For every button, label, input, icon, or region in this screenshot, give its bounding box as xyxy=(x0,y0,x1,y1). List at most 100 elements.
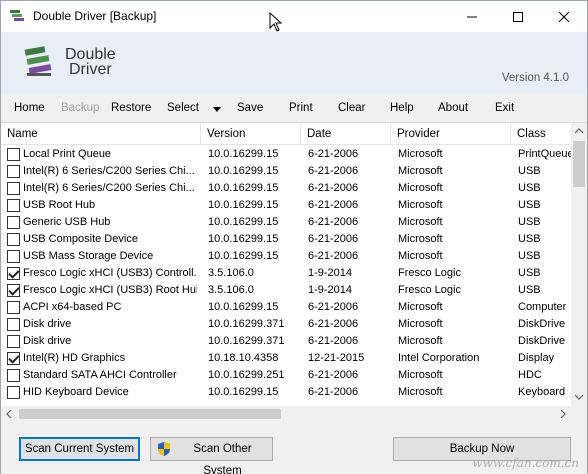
title-bar[interactable]: Double Driver [Backup] xyxy=(1,1,587,32)
table-row[interactable]: Fresco Logic xHCI (USB3) Controll... 3.5.… xyxy=(1,265,571,282)
row-checkbox[interactable] xyxy=(7,386,20,399)
logo-text-line2: Driver xyxy=(69,61,112,78)
scan-other-system-button[interactable]: Scan Other System xyxy=(150,437,273,474)
cell-version: 10.0.16299.15 xyxy=(208,250,279,262)
row-checkbox[interactable] xyxy=(7,352,20,365)
cell-date: 6-21-2006 xyxy=(308,216,359,228)
cell-class: DiskDrive xyxy=(518,335,566,347)
scan-current-system-button[interactable]: Scan Current System xyxy=(19,437,140,461)
maximize-button[interactable] xyxy=(495,1,541,32)
cell-date: 6-21-2006 xyxy=(308,148,359,160)
cell-class: PrintQueue xyxy=(518,148,571,160)
row-checkbox[interactable] xyxy=(7,165,20,178)
column-name[interactable]: Name xyxy=(1,123,201,145)
column-provider[interactable]: Provider xyxy=(391,123,511,145)
row-checkbox[interactable] xyxy=(7,301,20,314)
table-row[interactable]: Local Print Queue 10.0.16299.15 6-21-2006 M… xyxy=(1,146,571,163)
row-checkbox[interactable] xyxy=(7,199,20,212)
horizontal-scroll-thumb[interactable] xyxy=(19,409,281,419)
app-header: Double Driver Version 4.1.0 xyxy=(1,32,587,94)
vertical-scrollbar[interactable] xyxy=(571,123,587,406)
row-checkbox[interactable] xyxy=(7,318,20,331)
close-icon xyxy=(559,11,569,22)
menu-backup[interactable]: Backup xyxy=(61,102,99,114)
cell-version: 10.0.16299.15 xyxy=(208,301,279,313)
cell-class: USB xyxy=(518,250,541,262)
cell-class: USB xyxy=(518,199,541,211)
scroll-up-icon[interactable] xyxy=(575,128,583,134)
menu-restore[interactable]: Restore xyxy=(111,102,151,114)
menu-home[interactable]: Home xyxy=(14,102,45,114)
bottom-panel: Scan Current System Scan Other System Ba… xyxy=(1,422,587,474)
cell-date: 6-21-2006 xyxy=(308,386,359,398)
cell-provider: Microsoft xyxy=(398,148,443,160)
table-row[interactable]: Standard SATA AHCI Controller 10.0.16299.… xyxy=(1,367,571,384)
cell-provider: Microsoft xyxy=(398,318,443,330)
cell-name: HID Keyboard Device xyxy=(23,386,129,398)
menu-help[interactable]: Help xyxy=(390,102,414,114)
minimize-button[interactable] xyxy=(449,1,495,32)
cell-provider: Microsoft xyxy=(398,233,443,245)
cell-name: Intel(R) 6 Series/C200 Series Chi... xyxy=(23,165,195,177)
cell-provider: Microsoft xyxy=(398,182,443,194)
table-row[interactable]: Fresco Logic xHCI (USB3) Root Hub 3.5.106… xyxy=(1,282,571,299)
cell-provider: Microsoft xyxy=(398,250,443,262)
row-checkbox[interactable] xyxy=(7,284,20,297)
cell-provider: Microsoft xyxy=(398,301,443,313)
cell-class: USB xyxy=(518,233,541,245)
table-row[interactable]: USB Mass Storage Device 10.0.16299.15 6-21… xyxy=(1,248,571,265)
cell-version: 10.0.16299.15 xyxy=(208,165,279,177)
row-checkbox[interactable] xyxy=(7,250,20,263)
scroll-down-icon[interactable] xyxy=(575,394,583,400)
cell-class: USB xyxy=(518,267,541,279)
scroll-right-icon[interactable] xyxy=(560,410,566,418)
column-version[interactable]: Version xyxy=(201,123,301,145)
menu-select[interactable]: Select xyxy=(167,102,199,114)
menu-print[interactable]: Print xyxy=(289,102,313,114)
table-row[interactable]: Disk drive 10.0.16299.371 6-21-2006 Microso… xyxy=(1,333,571,350)
row-checkbox[interactable] xyxy=(7,369,20,382)
menu-about[interactable]: About xyxy=(438,102,468,114)
cell-class: Keyboard xyxy=(518,386,566,398)
table-row[interactable]: USB Composite Device 10.0.16299.15 6-21-20… xyxy=(1,231,571,248)
cell-provider: Microsoft xyxy=(398,216,443,228)
column-class[interactable]: Class xyxy=(511,123,571,145)
row-checkbox[interactable] xyxy=(7,267,20,280)
menu-exit[interactable]: Exit xyxy=(495,102,514,114)
shield-icon xyxy=(158,442,170,456)
row-checkbox[interactable] xyxy=(7,148,20,161)
driver-list[interactable]: Name Version Date Provider Class Local P… xyxy=(1,122,587,422)
close-button[interactable] xyxy=(541,1,587,32)
table-row[interactable]: ACPI x64-based PC 10.0.16299.15 6-21-2006 M… xyxy=(1,299,571,316)
table-row[interactable]: USB Root Hub 10.0.16299.15 6-21-2006 Micros… xyxy=(1,197,571,214)
horizontal-scrollbar[interactable] xyxy=(1,406,571,422)
row-checkbox[interactable] xyxy=(7,335,20,348)
cell-class: USB xyxy=(518,284,541,296)
row-checkbox[interactable] xyxy=(7,216,20,229)
menu-save[interactable]: Save xyxy=(237,102,263,114)
cell-date: 6-21-2006 xyxy=(308,335,359,347)
cell-class: USB xyxy=(518,165,541,177)
cell-version: 10.0.16299.371 xyxy=(208,318,285,330)
cell-date: 6-21-2006 xyxy=(308,182,359,194)
table-row[interactable]: Disk drive 10.0.16299.371 6-21-2006 Microso… xyxy=(1,316,571,333)
table-row[interactable]: Intel(R) HD Graphics 10.18.10.4358 12-21-2… xyxy=(1,350,571,367)
cell-version: 10.18.10.4358 xyxy=(208,352,279,364)
select-dropdown-icon[interactable] xyxy=(213,107,221,112)
cell-date: 6-21-2006 xyxy=(308,233,359,245)
watermark: www.cfan.com.cn xyxy=(472,456,579,470)
row-checkbox[interactable] xyxy=(7,182,20,195)
cell-date: 6-21-2006 xyxy=(308,165,359,177)
column-date[interactable]: Date xyxy=(301,123,391,145)
table-row[interactable]: Intel(R) 6 Series/C200 Series Chi... 10.0… xyxy=(1,163,571,180)
menu-clear[interactable]: Clear xyxy=(338,102,365,114)
table-row[interactable]: HID Keyboard Device 10.0.16299.15 6-21-200… xyxy=(1,384,571,401)
mouse-cursor-icon xyxy=(269,12,283,32)
table-row[interactable]: Generic USB Hub 10.0.16299.15 6-21-2006 Mic… xyxy=(1,214,571,231)
app-icon xyxy=(10,10,24,21)
table-row[interactable]: Intel(R) 6 Series/C200 Series Chi... 10.0… xyxy=(1,180,571,197)
cell-version: 10.0.16299.15 xyxy=(208,233,279,245)
vertical-scroll-thumb[interactable] xyxy=(573,141,585,187)
scroll-left-icon[interactable] xyxy=(6,410,12,418)
row-checkbox[interactable] xyxy=(7,233,20,246)
